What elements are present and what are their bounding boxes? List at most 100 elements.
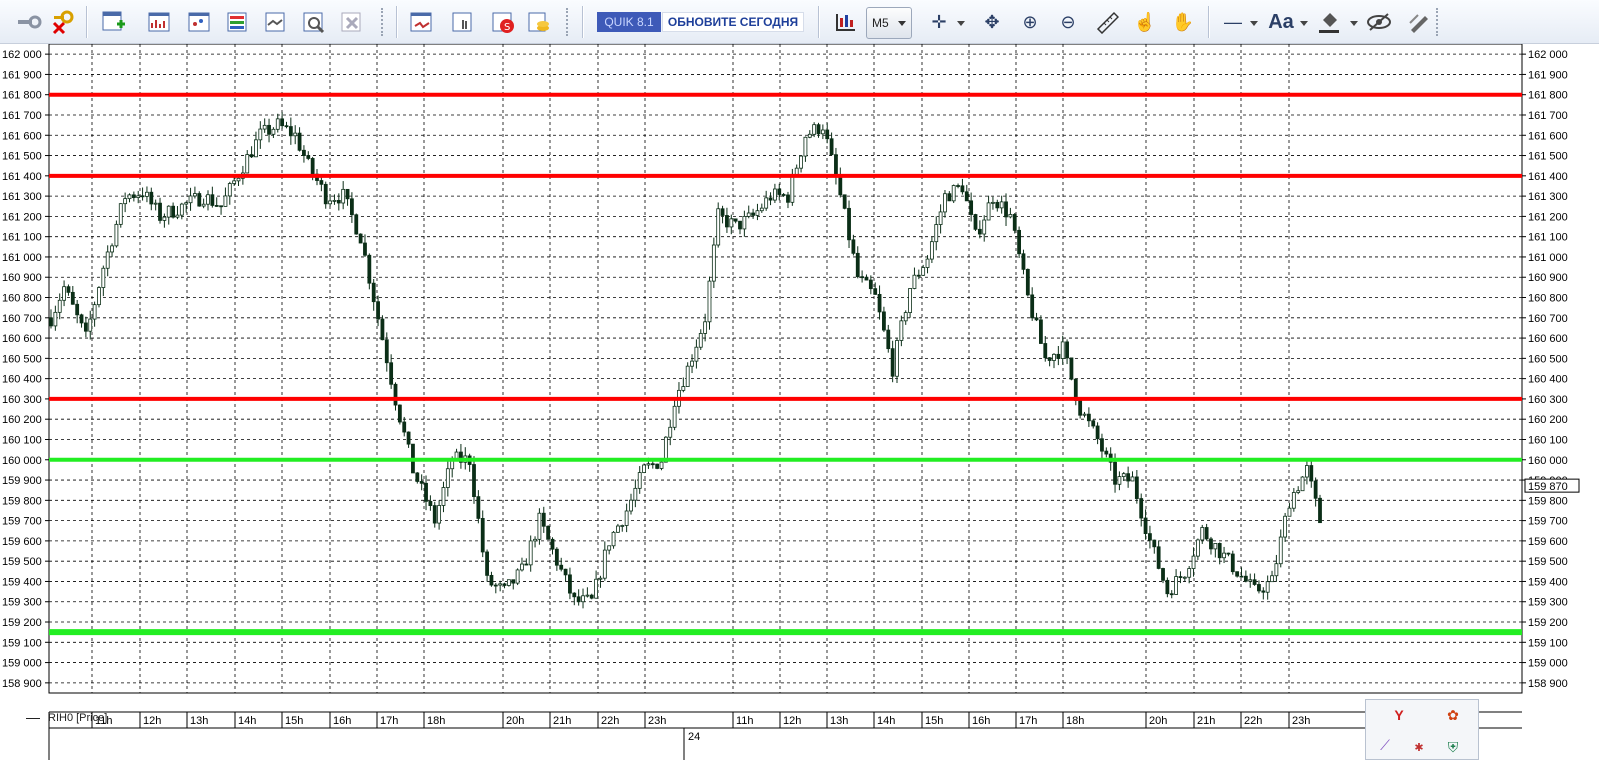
candle-body bbox=[306, 155, 311, 159]
candle-body bbox=[1239, 575, 1244, 578]
deal-table-icon[interactable] bbox=[260, 7, 290, 37]
price-tick-label-left: 159 000 bbox=[2, 658, 42, 670]
order-table-icon[interactable] bbox=[406, 7, 436, 37]
candle-body bbox=[659, 461, 664, 469]
candle-body bbox=[258, 128, 263, 141]
hide-eye-icon[interactable] bbox=[1364, 7, 1394, 37]
delete-table-icon[interactable] bbox=[336, 7, 366, 37]
candle-body bbox=[668, 426, 673, 438]
candle-body bbox=[145, 191, 149, 197]
candle-body bbox=[1034, 317, 1039, 321]
candle-body bbox=[864, 276, 869, 281]
candle-body bbox=[820, 129, 825, 135]
ruler-icon[interactable] bbox=[1092, 7, 1122, 37]
price-tick-label-right: 161 300 bbox=[1528, 191, 1568, 203]
colored-list-icon[interactable] bbox=[222, 7, 252, 37]
candle-body bbox=[807, 133, 812, 138]
candle-body bbox=[1043, 343, 1048, 359]
price-tick-label-right: 160 800 bbox=[1528, 293, 1568, 305]
flower-icon[interactable]: ✿ bbox=[1444, 706, 1462, 724]
price-chart[interactable]: 162 000 161 900 161 800 161 700 161 600 161 5… bbox=[0, 44, 1599, 760]
hand-icon[interactable]: ✋ bbox=[1168, 7, 1198, 37]
candle-body bbox=[581, 595, 585, 603]
candle-body bbox=[363, 242, 367, 256]
scatter-chart-icon[interactable] bbox=[184, 7, 214, 37]
chevron-down-icon[interactable] bbox=[1350, 21, 1358, 26]
search-table-icon[interactable] bbox=[298, 7, 328, 37]
candle-body bbox=[1134, 476, 1139, 499]
price-tick-label-right: 161 200 bbox=[1528, 211, 1568, 223]
price-tick-label-left: 159 700 bbox=[2, 516, 42, 528]
move-icon[interactable]: ✥ bbox=[977, 7, 1007, 37]
candle-body bbox=[877, 293, 882, 313]
candle-body bbox=[977, 228, 982, 235]
price-tick-label-left: 161 600 bbox=[2, 130, 42, 142]
candle-body bbox=[755, 210, 760, 216]
shield-icon[interactable]: ⛨ bbox=[1444, 738, 1462, 756]
toolbar-separator bbox=[818, 6, 819, 38]
instrument-label: RIH0 [Price] bbox=[48, 712, 108, 724]
chevron-down-icon[interactable] bbox=[1250, 21, 1258, 26]
time-tick-label: 21h bbox=[1197, 715, 1215, 727]
font-button[interactable]: Aa bbox=[1264, 7, 1298, 37]
bug-icon[interactable]: ✱ bbox=[1410, 738, 1428, 756]
candle-body bbox=[860, 276, 865, 279]
time-tick-label: 17h bbox=[1019, 715, 1037, 727]
chart-type-icon[interactable] bbox=[830, 7, 860, 37]
zoom-out-icon[interactable]: ⊖ bbox=[1053, 7, 1083, 37]
price-tick-label-left: 160 400 bbox=[2, 374, 42, 386]
candle-body bbox=[707, 280, 712, 323]
fill-color-icon[interactable] bbox=[1314, 7, 1344, 37]
zoom-in-icon[interactable]: ⊕ bbox=[1015, 7, 1045, 37]
candle-body bbox=[515, 569, 520, 584]
keys-icon[interactable] bbox=[14, 7, 44, 37]
candle-body bbox=[816, 124, 821, 135]
update-today-button[interactable]: ОБНОВИТЕ СЕГОДНЯ bbox=[662, 12, 804, 32]
candle-body bbox=[1243, 575, 1248, 582]
new-table-icon[interactable] bbox=[98, 7, 128, 37]
candle-body bbox=[254, 139, 258, 158]
yandex-icon[interactable]: Y bbox=[1390, 706, 1408, 724]
price-tick-label-right: 161 000 bbox=[1528, 252, 1568, 264]
candle-body bbox=[554, 548, 559, 566]
key-disconnect-icon[interactable] bbox=[48, 7, 78, 37]
candle-body bbox=[1065, 341, 1069, 359]
bar-chart-icon[interactable] bbox=[144, 7, 174, 37]
pencil-icon[interactable] bbox=[1404, 7, 1434, 37]
timeframe-select[interactable]: M5 bbox=[866, 7, 912, 39]
candle-body bbox=[358, 233, 363, 244]
toolbar-grip[interactable] bbox=[566, 8, 572, 36]
candle-body bbox=[568, 574, 572, 594]
candle-body bbox=[236, 177, 241, 182]
chevron-down-icon[interactable] bbox=[957, 21, 965, 26]
toolbar-grip[interactable] bbox=[381, 8, 387, 36]
candle-body bbox=[441, 487, 446, 506]
line-style-icon[interactable]: — bbox=[1218, 7, 1248, 37]
candle-body bbox=[245, 154, 250, 174]
candle-body bbox=[1257, 584, 1261, 592]
chart-legend: RIH0 [Price] bbox=[26, 712, 107, 724]
candle-body bbox=[319, 180, 324, 185]
finger-pointer-icon[interactable]: ☝ bbox=[1130, 7, 1160, 37]
candle-body bbox=[1178, 576, 1183, 578]
coins-icon[interactable] bbox=[524, 7, 554, 37]
candle-body bbox=[642, 464, 646, 473]
candle-body bbox=[995, 201, 1000, 209]
candle-body bbox=[1287, 507, 1292, 517]
candle-body bbox=[110, 245, 114, 253]
toolbar-grip[interactable] bbox=[1436, 8, 1442, 36]
crosshair-icon[interactable]: ✛ bbox=[924, 7, 954, 37]
pen-tool-icon[interactable]: ⟋ bbox=[1376, 736, 1394, 754]
candle-body bbox=[969, 200, 974, 215]
candle-body bbox=[681, 386, 686, 391]
stop-order-icon[interactable]: S bbox=[488, 7, 518, 37]
hand-order-icon[interactable] bbox=[448, 7, 478, 37]
candle-body bbox=[402, 421, 407, 433]
chevron-down-icon[interactable] bbox=[1300, 21, 1308, 26]
candle-body bbox=[882, 311, 886, 331]
time-tick-label: 12h bbox=[143, 715, 161, 727]
candle-body bbox=[925, 258, 930, 268]
candle-body bbox=[1169, 593, 1174, 596]
price-tick-label-right: 159 300 bbox=[1528, 597, 1568, 609]
price-tick-label-right: 159 100 bbox=[1528, 637, 1568, 649]
